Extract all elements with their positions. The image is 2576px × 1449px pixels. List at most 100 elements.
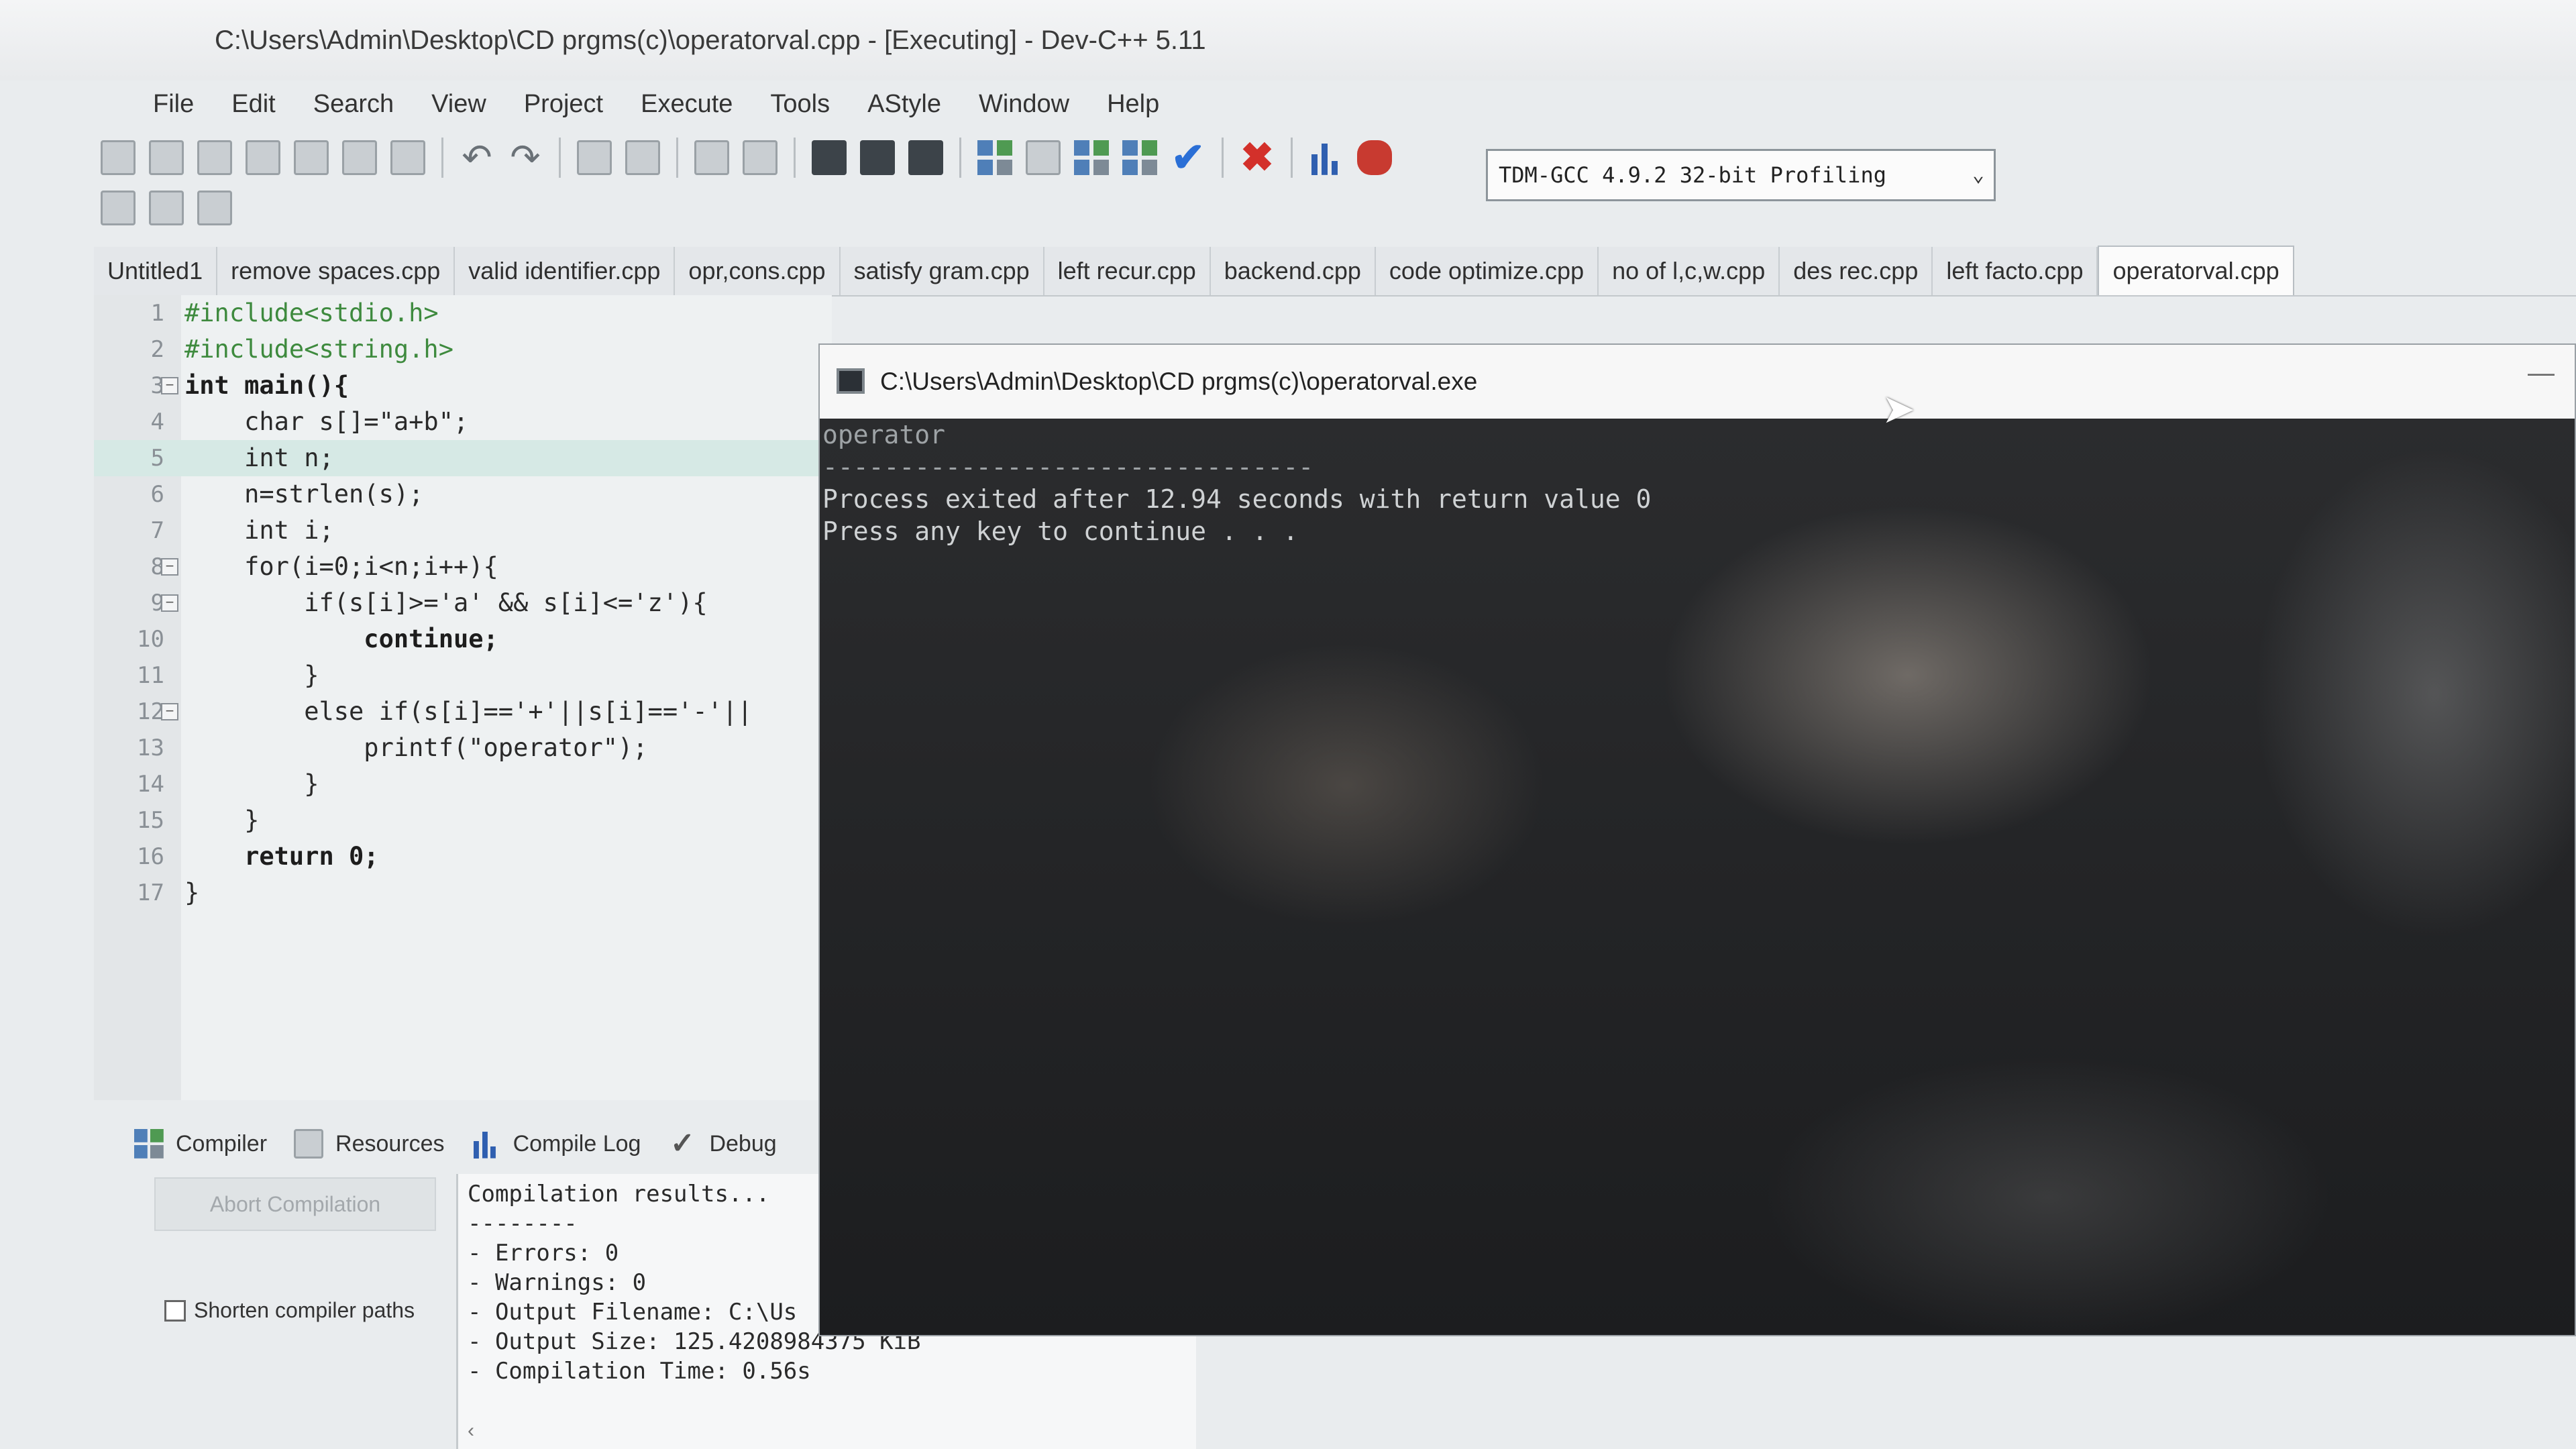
- tab-satisfy-gram[interactable]: satisfy gram.cpp: [840, 247, 1044, 295]
- code-text: #include<string.h>: [184, 335, 453, 364]
- debug-bug-icon[interactable]: [1357, 140, 1392, 175]
- profile-chart-icon[interactable]: [1309, 140, 1344, 175]
- compiler-select-value: TDM-GCC 4.9.2 32-bit Profiling: [1499, 162, 1886, 188]
- goto-back-icon[interactable]: [812, 140, 847, 175]
- toolbar-separator: [1222, 138, 1224, 178]
- console-output-area[interactable]: operator --------------------------------…: [820, 419, 2575, 1335]
- tab-des-rec[interactable]: des rec.cpp: [1780, 247, 1933, 295]
- fold-toggle[interactable]: −: [161, 703, 178, 720]
- compile-run-icon[interactable]: [1074, 140, 1109, 175]
- tab-left-facto[interactable]: left facto.cpp: [1933, 247, 2098, 295]
- menu-view[interactable]: View: [413, 90, 505, 119]
- find-icon[interactable]: [577, 140, 612, 175]
- tab-code-optimize[interactable]: code optimize.cpp: [1375, 247, 1599, 295]
- tab-no-of-lcw[interactable]: no of l,c,w.cpp: [1599, 247, 1780, 295]
- replace-icon[interactable]: [625, 140, 660, 175]
- menu-search[interactable]: Search: [294, 90, 413, 119]
- tab-compiler[interactable]: Compiler: [134, 1129, 267, 1159]
- menu-execute[interactable]: Execute: [622, 90, 751, 119]
- menu-file[interactable]: File: [134, 90, 213, 119]
- console-line: Press any key to continue . . .: [822, 517, 1299, 546]
- save-icon[interactable]: [197, 140, 232, 175]
- shorten-paths-checkbox[interactable]: [164, 1299, 186, 1322]
- new-file-icon[interactable]: [101, 140, 136, 175]
- tab-debug[interactable]: ✓ Debug: [667, 1127, 777, 1160]
- redo-icon[interactable]: ↷: [508, 140, 543, 176]
- indent-icon[interactable]: [694, 140, 729, 175]
- menu-help[interactable]: Help: [1088, 90, 1178, 119]
- code-text: else if(s[i]=='+'||s[i]=='-'||: [184, 697, 753, 726]
- code-text: }: [184, 769, 319, 798]
- undo-icon[interactable]: ↶: [460, 140, 494, 176]
- code-text: }: [184, 661, 319, 690]
- rebuild-all-icon[interactable]: [1122, 140, 1157, 175]
- tab-opr-cons[interactable]: opr,cons.cpp: [675, 247, 841, 295]
- close-all-icon[interactable]: [342, 140, 377, 175]
- result-line: - Compilation Time: 0.56s: [468, 1358, 811, 1385]
- tab-backend[interactable]: backend.cpp: [1210, 247, 1376, 295]
- code-line: 3 − int main(){: [94, 368, 832, 404]
- line-number: 16: [137, 843, 164, 870]
- goto-forward-icon[interactable]: [860, 140, 895, 175]
- code-text: int i;: [184, 516, 334, 545]
- code-text: char s[]="a+b";: [184, 407, 469, 436]
- shorten-paths-option[interactable]: Shorten compiler paths: [164, 1298, 415, 1323]
- code-text: }: [184, 806, 260, 835]
- menu-edit[interactable]: Edit: [213, 90, 294, 119]
- minimize-icon[interactable]: —: [2528, 358, 2555, 388]
- fold-toggle[interactable]: −: [161, 594, 178, 612]
- tab-compile-log-label: Compile Log: [513, 1130, 641, 1157]
- code-editor[interactable]: 1 #include<stdio.h> 2 #include<string.h>…: [94, 295, 832, 1100]
- print-icon[interactable]: [390, 140, 425, 175]
- toolbar-separator: [794, 138, 796, 178]
- compiler-select[interactable]: TDM-GCC 4.9.2 32-bit Profiling ⌄: [1486, 149, 1996, 201]
- unindent-icon[interactable]: [743, 140, 777, 175]
- stop-execution-icon[interactable]: ✖: [1240, 138, 1275, 178]
- toolbar-separator: [676, 138, 678, 178]
- syntax-check-icon[interactable]: ✔: [1171, 138, 1205, 178]
- insert-icon[interactable]: [101, 191, 136, 225]
- debug-check-icon: ✓: [670, 1127, 695, 1160]
- code-line: 2 #include<string.h>: [94, 331, 832, 368]
- tab-resources[interactable]: Resources: [294, 1129, 445, 1159]
- main-toolbar: ↶ ↷ ✔ ✖: [94, 127, 2509, 188]
- abort-compilation-button[interactable]: Abort Compilation: [154, 1177, 436, 1231]
- compile-icon[interactable]: [977, 140, 1012, 175]
- result-line: - Warnings: 0: [468, 1269, 647, 1296]
- bookmark-icon[interactable]: [908, 140, 943, 175]
- secondary-toolbar: [94, 184, 295, 231]
- tab-valid-identifier[interactable]: valid identifier.cpp: [455, 247, 676, 295]
- run-icon[interactable]: [1026, 140, 1061, 175]
- chevron-down-icon: ⌄: [1972, 163, 1984, 186]
- fold-toggle[interactable]: −: [161, 558, 178, 576]
- line-number: 12: [137, 698, 164, 725]
- menu-astyle[interactable]: AStyle: [849, 90, 960, 119]
- console-window[interactable]: C:\Users\Admin\Desktop\CD prgms(c)\opera…: [818, 343, 2576, 1336]
- tab-debug-label: Debug: [709, 1130, 777, 1157]
- console-line: Process exited after 12.94 seconds with …: [822, 484, 1652, 514]
- line-number: 10: [137, 626, 164, 653]
- open-file-icon[interactable]: [149, 140, 184, 175]
- line-number: 7: [150, 517, 164, 544]
- tab-left-recur[interactable]: left recur.cpp: [1044, 247, 1211, 295]
- tab-compile-log[interactable]: Compile Log: [471, 1129, 641, 1159]
- menu-window[interactable]: Window: [960, 90, 1088, 119]
- save-all-icon[interactable]: [246, 140, 280, 175]
- tab-compiler-label: Compiler: [176, 1130, 268, 1157]
- goto-bookmark-icon[interactable]: [197, 191, 232, 225]
- tab-remove-spaces[interactable]: remove spaces.cpp: [217, 247, 455, 295]
- close-icon[interactable]: [294, 140, 329, 175]
- tab-untitled1[interactable]: Untitled1: [94, 247, 218, 295]
- line-number: 2: [150, 336, 164, 363]
- tab-operatorval[interactable]: operatorval.cpp: [2098, 246, 2294, 295]
- fold-toggle[interactable]: −: [161, 377, 178, 394]
- menu-tools[interactable]: Tools: [751, 90, 849, 119]
- line-number: 6: [150, 481, 164, 508]
- toolbar-separator: [441, 138, 443, 178]
- scroll-left-icon[interactable]: ‹: [468, 1419, 474, 1442]
- code-text: }: [184, 878, 200, 907]
- toggle-bookmark-icon[interactable]: [149, 191, 184, 225]
- console-app-icon: [837, 368, 865, 394]
- menu-project[interactable]: Project: [505, 90, 622, 119]
- code-text: n=strlen(s);: [184, 480, 424, 508]
